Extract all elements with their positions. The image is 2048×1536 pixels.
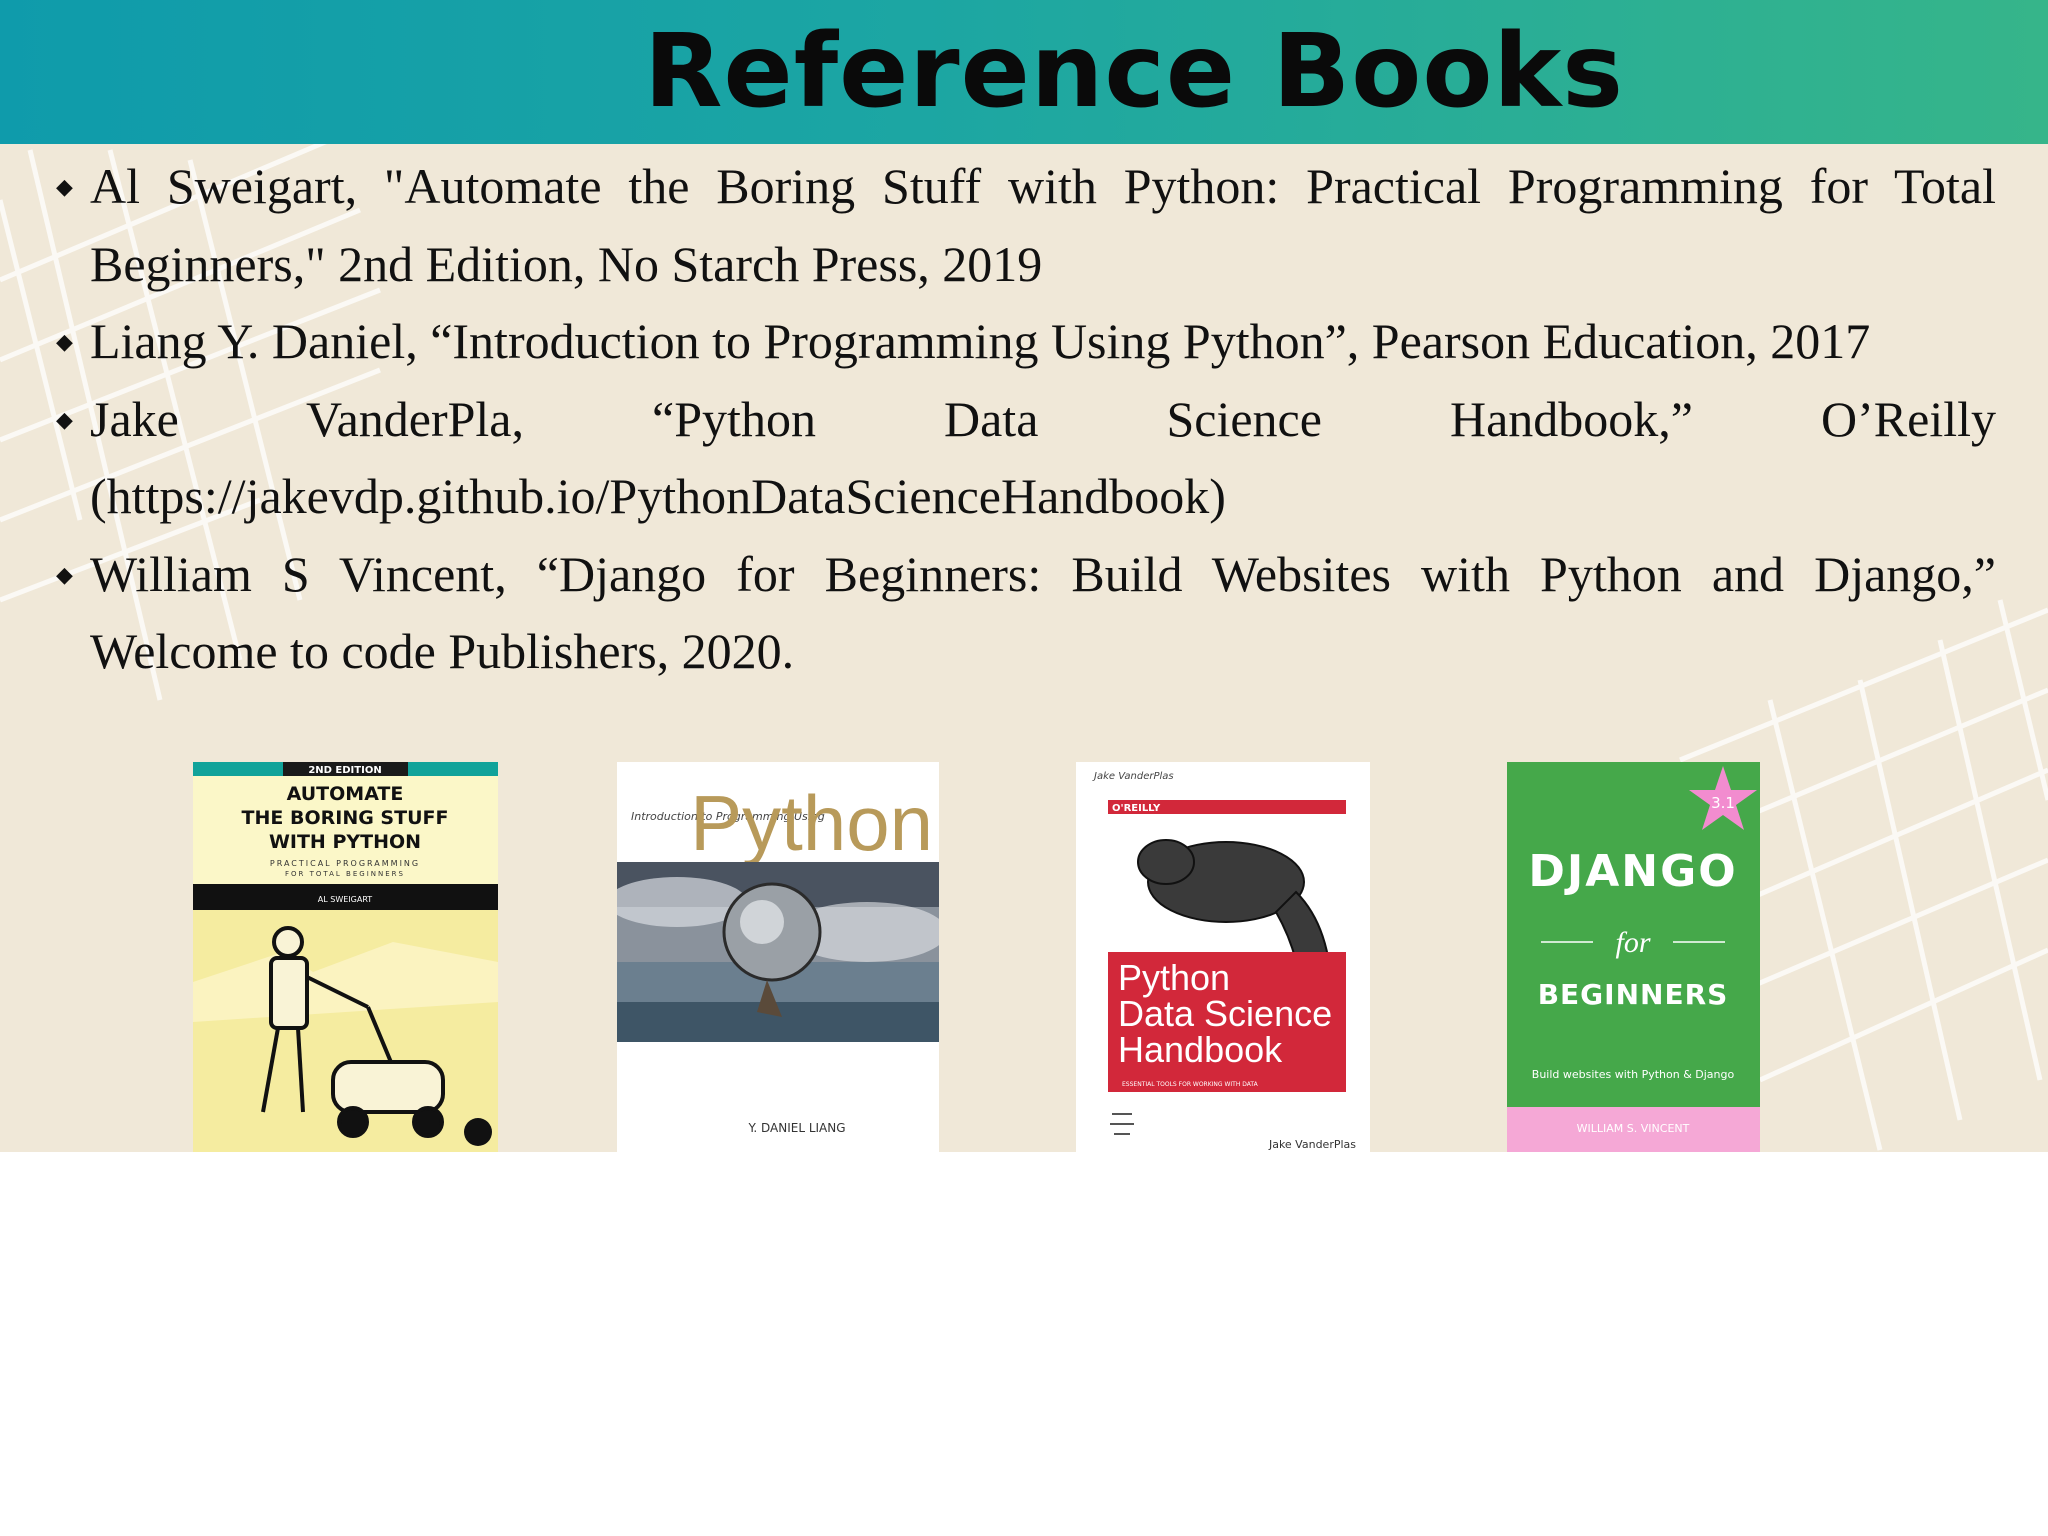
cover-author-top: Jake VanderPlas <box>1092 771 1174 782</box>
reference-item: ◆ Jake VanderPla, “Python Data Science Ha… <box>56 381 1996 536</box>
reference-item: ◆ William S Vincent, “Django for Beginner… <box>56 536 1996 691</box>
cover-title-line: WITH PYTHON <box>269 831 421 853</box>
title-banner: Reference Books <box>0 0 2048 144</box>
cover-title-line: BEGINNERS <box>1538 978 1729 1011</box>
reference-item: ◆ Al Sweigart, "Automate the Boring Stuff… <box>56 148 1996 303</box>
reference-text: Liang Y. Daniel, “Introduction to Progra… <box>90 313 1871 369</box>
reference-text: William S Vincent, “Django for Beginners… <box>90 545 1996 680</box>
cover-title-line: for <box>1615 926 1650 959</box>
reference-text: Al Sweigart, "Automate the Boring Stuff … <box>90 158 1996 292</box>
cover-subtitle: PRACTICAL PROGRAMMING <box>270 859 420 868</box>
reference-list: ◆ Al Sweigart, "Automate the Boring Stuff… <box>56 148 1996 691</box>
cover-title-line: THE BORING STUFF <box>242 807 449 829</box>
cover-python-word: Python <box>690 779 933 867</box>
cover-subtitle: FOR TOTAL BEGINNERS <box>285 870 405 878</box>
bullet-icon: ◆ <box>56 329 73 354</box>
cover-publisher: O'REILLY <box>1112 803 1161 814</box>
cover-tagline: ESSENTIAL TOOLS FOR WORKING WITH DATA <box>1122 1081 1259 1088</box>
cover-version: 3.1 <box>1711 794 1735 812</box>
cover-title-line: Data Science <box>1118 993 1332 1034</box>
reference-item: ◆ Liang Y. Daniel, “Introduction to Progr… <box>56 303 1996 381</box>
cover-edition: 2ND EDITION <box>308 765 381 776</box>
cover-title-line: AUTOMATE <box>287 783 404 805</box>
cover-author: Y. DANIEL LIANG <box>747 1121 845 1135</box>
cover-title-line: DJANGO <box>1528 846 1737 897</box>
cover-author: WILLIAM S. VINCENT <box>1577 1122 1690 1135</box>
cover-title-line: Handbook <box>1118 1029 1283 1070</box>
slide-title: Reference Books <box>644 12 1624 131</box>
bullet-icon: ◆ <box>56 174 73 199</box>
slide: Reference Books ◆ Al Sweigart, "Automate … <box>0 0 2048 1152</box>
bullet-icon: ◆ <box>56 406 73 432</box>
reference-text: Jake VanderPla, “Python Data Science Han… <box>90 390 1996 525</box>
book-cover-vanderplas: Jake VanderPlas O'REILLY Python Data Sci… <box>1076 762 1370 1152</box>
book-cover-liang: Introduction to Programming Using Python… <box>617 762 939 1152</box>
cover-title-line: Python <box>1118 957 1230 998</box>
cover-author-bottom: Jake VanderPlas <box>1268 1138 1356 1151</box>
cover-author: AL SWEIGART <box>318 895 373 904</box>
bullet-icon: ◆ <box>56 561 73 587</box>
cover-tagline: Build websites with Python & Django <box>1532 1068 1735 1081</box>
book-cover-automate: 2ND EDITION AUTOMATE THE BORING STUFF WI… <box>193 762 498 1152</box>
book-cover-django: 3.1 DJANGO for BEGINNERS Build websites … <box>1507 762 1760 1152</box>
